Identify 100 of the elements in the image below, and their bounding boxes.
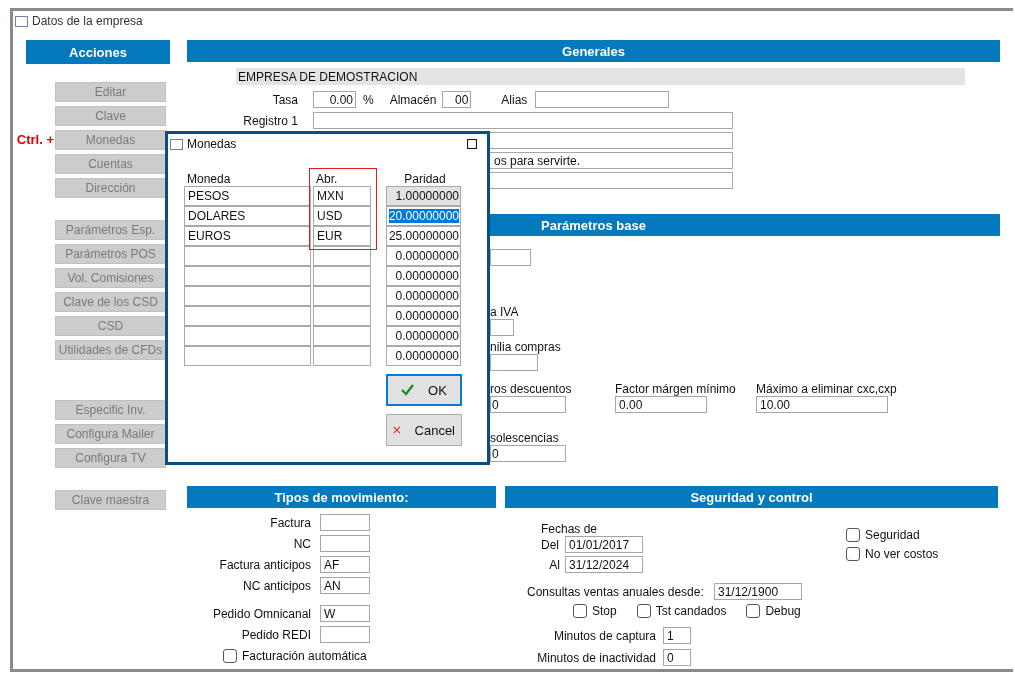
section-header: Tipos de movimiento: bbox=[187, 486, 496, 508]
table-cell[interactable]: 0.00000000 bbox=[386, 286, 461, 306]
field-label: Pedido Omnicanal bbox=[211, 606, 311, 621]
table-cell[interactable]: 25.00000000 bbox=[386, 226, 461, 246]
input-field[interactable] bbox=[490, 249, 531, 266]
checkbox[interactable]: Debug bbox=[746, 604, 801, 618]
window-icon bbox=[170, 138, 183, 150]
table-cell[interactable]: 0.00000000 bbox=[386, 346, 461, 366]
input-field[interactable]: W bbox=[320, 605, 370, 622]
field-label: Minutos de captura bbox=[552, 628, 656, 643]
table-cell[interactable] bbox=[184, 266, 311, 286]
field-label: ros descuentos bbox=[490, 382, 573, 396]
field-label: solescencias bbox=[490, 431, 560, 445]
dialog-title: Monedas bbox=[187, 137, 237, 151]
table-cell[interactable]: EUR bbox=[313, 226, 371, 246]
checkbox[interactable]: Stop bbox=[573, 604, 617, 618]
section-header: Seguridad y control bbox=[505, 486, 998, 508]
field-label: NC bbox=[292, 536, 311, 551]
checkbox-box[interactable] bbox=[223, 649, 237, 663]
dialog-button[interactable]: Cancel bbox=[386, 414, 462, 446]
column-header: Abr. bbox=[315, 171, 339, 186]
field-label: Registro 1 bbox=[242, 113, 298, 128]
checkbox-label: No ver costos bbox=[865, 547, 939, 561]
checkbox-box[interactable] bbox=[746, 604, 761, 618]
table-cell[interactable]: DOLARES bbox=[184, 206, 311, 226]
input-field[interactable]: 0.00 bbox=[313, 91, 356, 108]
checkbox[interactable]: Seguridad bbox=[846, 528, 939, 542]
table-cell[interactable] bbox=[313, 246, 371, 266]
field-label: Pedido REDI bbox=[240, 627, 311, 642]
input-field[interactable]: AN bbox=[320, 577, 370, 594]
column-header: Paridad bbox=[403, 171, 447, 186]
checkbox-label: Seguridad bbox=[865, 528, 920, 542]
table-cell[interactable] bbox=[313, 266, 371, 286]
input-field[interactable]: 0 bbox=[490, 396, 566, 413]
input-field[interactable] bbox=[490, 319, 514, 336]
input-field[interactable]: 31/12/1900 bbox=[714, 583, 802, 600]
table-cell[interactable] bbox=[184, 306, 311, 326]
table-cell[interactable]: MXN bbox=[313, 186, 371, 206]
checkbox-label: Debug bbox=[765, 604, 801, 618]
check-icon bbox=[401, 384, 415, 396]
input-field[interactable]: AF bbox=[320, 556, 370, 573]
checkbox-label: Tst candados bbox=[655, 604, 727, 618]
input-field[interactable] bbox=[535, 91, 670, 108]
window-icon bbox=[15, 15, 28, 27]
shortcut-annotation: Ctrl. + bbox=[16, 132, 54, 147]
checkbox-label: Stop bbox=[592, 604, 617, 618]
field-label: Factor márgen mínimo bbox=[615, 382, 737, 396]
field-label: nilia compras bbox=[490, 340, 562, 354]
table-cell[interactable] bbox=[313, 346, 371, 366]
table-cell[interactable] bbox=[313, 286, 371, 306]
input-field[interactable]: 1 bbox=[663, 627, 691, 644]
field-label: Máximo a eliminar cxc,cxp bbox=[756, 382, 898, 396]
checkbox-box[interactable] bbox=[846, 528, 860, 542]
input-field[interactable]: 0 bbox=[663, 649, 691, 666]
input-field[interactable]: 0.00 bbox=[615, 396, 707, 413]
maximize-icon[interactable] bbox=[467, 139, 477, 149]
checkbox[interactable]: No ver costos bbox=[846, 547, 939, 561]
table-cell[interactable] bbox=[313, 326, 371, 346]
table-cell[interactable]: 0.00000000 bbox=[386, 306, 461, 326]
input-field[interactable]: 10.00 bbox=[756, 396, 888, 413]
checkbox-box[interactable] bbox=[573, 604, 587, 618]
field-label: Fechas de bbox=[541, 522, 599, 536]
input-field[interactable]: 31/12/2024 bbox=[565, 556, 643, 573]
field-label: Del bbox=[541, 537, 560, 552]
checkbox-box[interactable] bbox=[636, 604, 651, 618]
table-cell[interactable]: EUROS bbox=[184, 226, 311, 246]
window-title: Datos de la empresa bbox=[32, 14, 143, 28]
unit-label: % bbox=[363, 92, 374, 107]
input-field[interactable]: 01/01/2017 bbox=[565, 536, 643, 553]
table-cell[interactable] bbox=[184, 286, 311, 306]
field-label: Alias bbox=[501, 92, 528, 107]
section-header: Generales bbox=[187, 40, 1000, 62]
input-field[interactable] bbox=[320, 626, 370, 643]
table-cell[interactable]: 1.00000000 bbox=[386, 186, 461, 206]
company-name: EMPRESA DE DEMOSTRACION bbox=[236, 68, 965, 85]
field-label: Tasa bbox=[271, 92, 298, 107]
dialog-button[interactable]: OK bbox=[386, 374, 462, 406]
checkbox[interactable]: Tst candados bbox=[636, 604, 727, 618]
table-cell[interactable] bbox=[184, 246, 311, 266]
table-cell[interactable]: PESOS bbox=[184, 186, 311, 206]
input-field[interactable] bbox=[320, 514, 370, 531]
input-field[interactable] bbox=[490, 354, 538, 371]
table-cell[interactable]: 0.00000000 bbox=[386, 246, 461, 266]
section-header: Acciones bbox=[26, 40, 170, 64]
input-field[interactable]: 0 bbox=[490, 445, 566, 462]
table-cell[interactable] bbox=[184, 326, 311, 346]
column-header: Moneda bbox=[186, 171, 232, 186]
field-label: Consultas ventas anuales desde: bbox=[527, 584, 705, 599]
checkbox-box[interactable] bbox=[846, 547, 860, 561]
table-cell[interactable] bbox=[313, 306, 371, 326]
field-label: Minutos de inactividad bbox=[536, 650, 656, 665]
table-cell[interactable]: 0.00000000 bbox=[386, 326, 461, 346]
input-field[interactable] bbox=[313, 112, 733, 129]
input-field[interactable] bbox=[320, 535, 370, 552]
table-cell[interactable]: 0.00000000 bbox=[386, 266, 461, 286]
table-cell[interactable]: USD bbox=[313, 206, 371, 226]
input-field[interactable]: 00 bbox=[442, 91, 472, 108]
table-cell[interactable] bbox=[184, 346, 311, 366]
field-label: a IVA bbox=[490, 305, 520, 319]
table-cell[interactable]: 20.00000000 bbox=[386, 206, 461, 226]
